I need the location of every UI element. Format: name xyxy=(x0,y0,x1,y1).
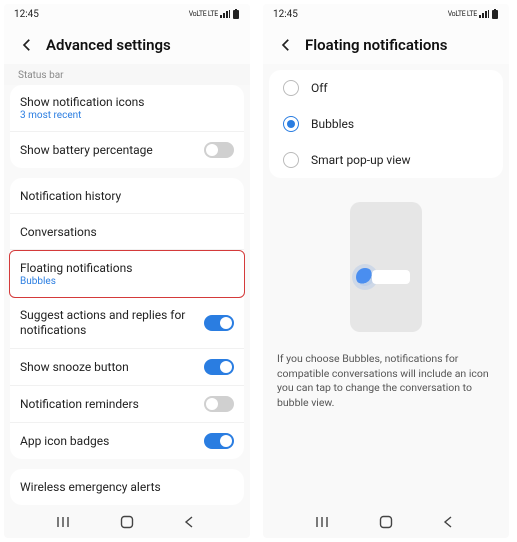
status-bar: 12:45 VoLTE LTE xyxy=(4,4,250,24)
option-label: Bubbles xyxy=(311,117,354,131)
radio-icon xyxy=(283,116,299,132)
row-notification-reminders[interactable]: Notification reminders xyxy=(10,386,244,423)
group-notifications: Notification history Conversations Float… xyxy=(10,178,244,459)
back-icon[interactable] xyxy=(277,36,295,54)
row-title: Notification history xyxy=(20,189,121,203)
battery-icon xyxy=(232,9,240,19)
status-indicators: VoLTE LTE xyxy=(189,9,240,19)
row-title: Suggest actions and replies for notifica… xyxy=(20,308,204,338)
nav-bar xyxy=(263,506,509,538)
header: Advanced settings xyxy=(4,24,250,64)
row-conversations[interactable]: Conversations xyxy=(10,214,244,250)
status-indicators: VoLTE LTE xyxy=(448,9,499,19)
row-notification-history[interactable]: Notification history xyxy=(10,178,244,214)
row-show-notification-icons[interactable]: Show notification icons 3 most recent xyxy=(10,85,244,132)
group-alerts: Wireless emergency alerts xyxy=(10,469,244,505)
option-bubbles[interactable]: Bubbles xyxy=(269,106,503,142)
nav-recents-icon[interactable] xyxy=(54,511,76,533)
clock: 12:45 xyxy=(14,9,39,20)
row-title: Floating notifications xyxy=(20,261,132,275)
row-app-icon-badges[interactable]: App icon badges xyxy=(10,423,244,459)
clock: 12:45 xyxy=(273,9,298,20)
row-title: App icon badges xyxy=(20,434,109,448)
nav-home-icon[interactable] xyxy=(375,511,397,533)
toggle-badges[interactable] xyxy=(204,433,234,449)
option-off[interactable]: Off xyxy=(269,70,503,106)
group-statusbar: Show notification icons 3 most recent Sh… xyxy=(10,85,244,168)
option-label: Off xyxy=(311,81,328,95)
status-bar: 12:45 VoLTE LTE xyxy=(263,4,509,24)
radio-icon xyxy=(283,152,299,168)
toggle-battery-percentage[interactable] xyxy=(204,142,234,158)
row-subtitle: Bubbles xyxy=(20,276,132,287)
group-options: Off Bubbles Smart pop-up view xyxy=(269,70,503,178)
row-title: Wireless emergency alerts xyxy=(20,480,161,494)
option-smart-popup[interactable]: Smart pop-up view xyxy=(269,142,503,178)
toggle-reminders[interactable] xyxy=(204,396,234,412)
page-title: Floating notifications xyxy=(305,36,447,54)
illustration-phone xyxy=(350,202,422,332)
phone-floating-notifications: 12:45 VoLTE LTE Floating notifications O… xyxy=(263,4,509,538)
row-show-snooze[interactable]: Show snooze button xyxy=(10,349,244,386)
row-floating-notifications[interactable]: Floating notifications Bubbles xyxy=(9,250,245,298)
illustration xyxy=(263,188,509,342)
description-text: If you choose Bubbles, notifications for… xyxy=(263,342,509,415)
header: Floating notifications xyxy=(263,24,509,64)
row-subtitle: 3 most recent xyxy=(20,110,145,121)
signal-icon xyxy=(479,10,489,18)
illustration-notification xyxy=(372,270,410,284)
row-title: Show notification icons xyxy=(20,95,145,109)
row-show-battery-percentage[interactable]: Show battery percentage xyxy=(10,132,244,168)
back-icon[interactable] xyxy=(18,36,36,54)
toggle-suggest-actions[interactable] xyxy=(204,315,234,331)
option-label: Smart pop-up view xyxy=(311,153,411,167)
phone-advanced-settings: 12:45 VoLTE LTE Advanced settings Status… xyxy=(4,4,250,538)
page-title: Advanced settings xyxy=(46,36,171,54)
row-suggest-actions[interactable]: Suggest actions and replies for notifica… xyxy=(10,298,244,349)
signal-icon xyxy=(220,10,230,18)
row-title: Conversations xyxy=(20,225,97,239)
nav-back-icon[interactable] xyxy=(178,511,200,533)
nav-back-icon[interactable] xyxy=(437,511,459,533)
battery-icon xyxy=(491,9,499,19)
row-title: Show battery percentage xyxy=(20,143,153,157)
row-wireless-emergency-alerts[interactable]: Wireless emergency alerts xyxy=(10,469,244,505)
radio-icon xyxy=(283,80,299,96)
nav-home-icon[interactable] xyxy=(116,511,138,533)
row-title: Show snooze button xyxy=(20,360,129,374)
toggle-snooze[interactable] xyxy=(204,359,234,375)
section-header-statusbar: Status bar xyxy=(4,64,250,85)
nav-recents-icon[interactable] xyxy=(313,511,335,533)
nav-bar xyxy=(4,506,250,538)
row-title: Notification reminders xyxy=(20,397,139,411)
